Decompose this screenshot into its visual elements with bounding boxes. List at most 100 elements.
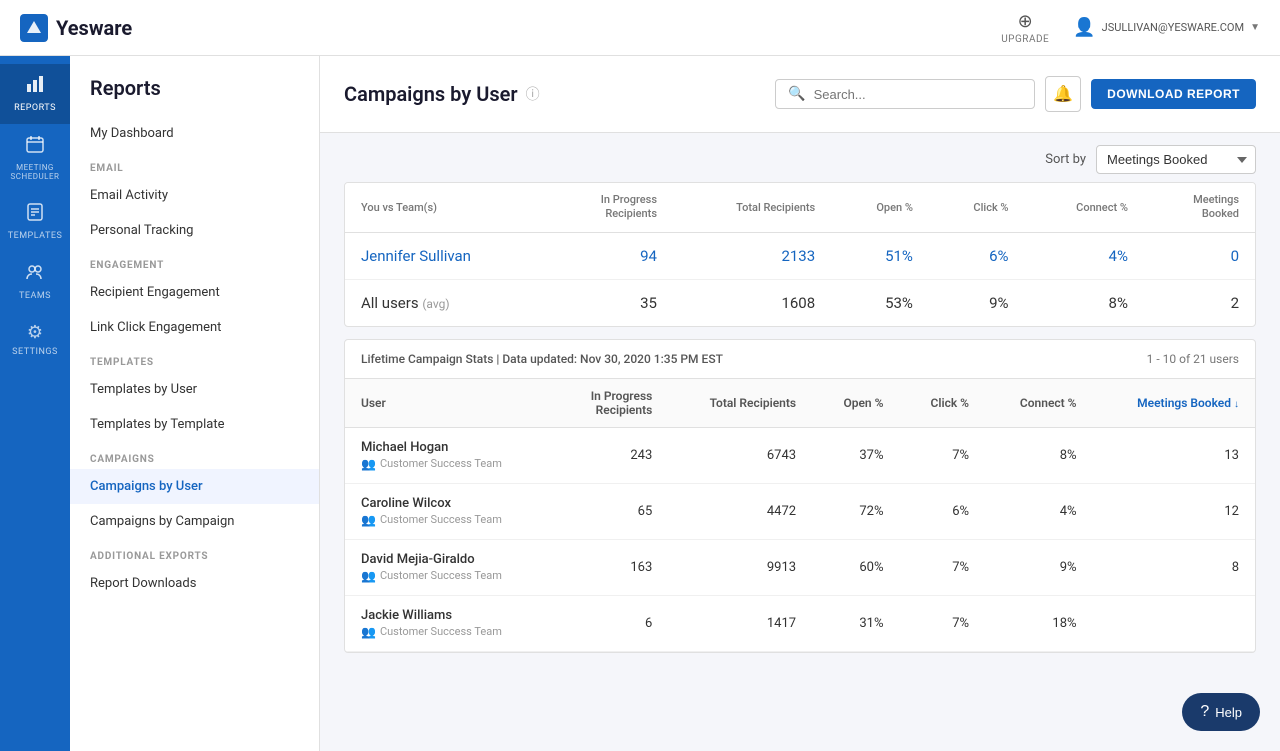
team-name: 👥 Customer Success Team xyxy=(361,569,539,583)
user-icon: 👤 xyxy=(1073,17,1095,38)
col-inprogress: In ProgressRecipients xyxy=(555,379,669,428)
user-name: Michael Hogan xyxy=(361,440,539,455)
summary-col-open: Open % xyxy=(831,183,929,232)
cell-connect: 9% xyxy=(985,539,1093,595)
data-section: Lifetime Campaign Stats | Data updated: … xyxy=(344,339,1256,653)
jennifer-open: 51% xyxy=(831,232,929,279)
download-report-button[interactable]: DOWNLOAD REPORT xyxy=(1091,79,1256,109)
search-input[interactable] xyxy=(814,87,1023,102)
allusers-open: 53% xyxy=(831,279,929,326)
page-header: Campaigns by User ⓘ 🔍 🔔 DOWNLOAD REPORT xyxy=(320,56,1280,133)
cell-total: 1417 xyxy=(668,595,812,651)
sort-select[interactable]: Meetings Booked Open % Click % Connect %… xyxy=(1096,145,1256,174)
jennifer-total: 2133 xyxy=(673,232,831,279)
campaigns-by-user-link[interactable]: Campaigns by User xyxy=(70,469,319,504)
notification-button[interactable]: 🔔 xyxy=(1045,76,1081,112)
top-nav-right: ⊕ UPGRADE 👤 JSULLIVAN@YESWARE.COM ▼ xyxy=(1001,11,1260,45)
team-icon: 👥 xyxy=(361,457,376,471)
col-total: Total Recipients xyxy=(668,379,812,428)
data-section-stats-label: Lifetime Campaign Stats | Data updated: … xyxy=(361,352,723,366)
pagination-label: 1 - 10 of 21 users xyxy=(1147,352,1239,366)
sidebar-item-teams[interactable]: TEAMS xyxy=(0,252,70,312)
main-content: Campaigns by User ⓘ 🔍 🔔 DOWNLOAD REPORT … xyxy=(320,56,1280,751)
section-additional: ADDITIONAL EXPORTS xyxy=(70,539,319,566)
cell-total: 9913 xyxy=(668,539,812,595)
sort-label: Sort by xyxy=(1045,152,1086,167)
templates-by-user-link[interactable]: Templates by User xyxy=(70,372,319,407)
user-name: David Mejia-Giraldo xyxy=(361,552,539,567)
summary-row-jennifer: Jennifer Sullivan 94 2133 51% 6% 4% 0 xyxy=(345,232,1255,279)
cell-click: 7% xyxy=(899,595,985,651)
col-connect: Connect % xyxy=(985,379,1093,428)
help-button[interactable]: ? Help xyxy=(1182,693,1260,731)
all-users-label: All users (avg) xyxy=(345,279,547,326)
section-engagement: ENGAGEMENT xyxy=(70,248,319,275)
jennifer-meetings: 0 xyxy=(1144,232,1255,279)
jennifer-connect: 4% xyxy=(1025,232,1144,279)
sidebar-item-settings-label: SETTINGS xyxy=(12,347,58,358)
team-icon: 👥 xyxy=(361,625,376,639)
jennifer-click: 6% xyxy=(929,232,1025,279)
sidebar: REPORTS MEETING SCHEDULER xyxy=(0,56,70,751)
info-icon[interactable]: ⓘ xyxy=(526,84,540,104)
sidebar-item-reports-label: REPORTS xyxy=(14,103,56,114)
campaigns-by-campaign-link[interactable]: Campaigns by Campaign xyxy=(70,504,319,539)
upgrade-nav-item[interactable]: ⊕ UPGRADE xyxy=(1001,11,1049,45)
recipient-engagement-link[interactable]: Recipient Engagement xyxy=(70,275,319,310)
table-row: Caroline Wilcox 👥 Customer Success Team … xyxy=(345,483,1255,539)
left-nav-title: Reports xyxy=(70,56,319,116)
team-icon: 👥 xyxy=(361,513,376,527)
personal-tracking-link[interactable]: Personal Tracking xyxy=(70,213,319,248)
sidebar-item-reports[interactable]: REPORTS xyxy=(0,64,70,124)
summary-col-inprogress: In ProgressRecipients xyxy=(547,183,673,232)
table-row: David Mejia-Giraldo 👥 Customer Success T… xyxy=(345,539,1255,595)
reports-icon xyxy=(25,74,45,99)
templates-by-template-link[interactable]: Templates by Template xyxy=(70,407,319,442)
link-click-link[interactable]: Link Click Engagement xyxy=(70,310,319,345)
cell-click: 7% xyxy=(899,539,985,595)
cell-click: 7% xyxy=(899,427,985,483)
col-click: Click % xyxy=(899,379,985,428)
logo[interactable]: Yesware xyxy=(20,14,132,42)
my-dashboard-link[interactable]: My Dashboard xyxy=(70,116,319,151)
cell-total: 6743 xyxy=(668,427,812,483)
sidebar-item-meeting[interactable]: MEETING SCHEDULER xyxy=(0,124,70,192)
user-name: Caroline Wilcox xyxy=(361,496,539,511)
col-open: Open % xyxy=(812,379,899,428)
teams-icon xyxy=(25,262,45,287)
sidebar-item-teams-label: TEAMS xyxy=(19,291,51,302)
cell-inprogress: 6 xyxy=(555,595,669,651)
sort-bar: Sort by Meetings Booked Open % Click % C… xyxy=(320,133,1280,182)
logo-text: Yesware xyxy=(56,16,132,40)
user-nav-item[interactable]: 👤 JSULLIVAN@YESWARE.COM ▼ xyxy=(1073,17,1260,38)
summary-table: You vs Team(s) In ProgressRecipients Tot… xyxy=(344,182,1256,327)
page-header-right: 🔍 🔔 DOWNLOAD REPORT xyxy=(775,76,1256,112)
left-nav: Reports My Dashboard EMAIL Email Activit… xyxy=(70,56,320,751)
templates-icon xyxy=(25,202,45,227)
summary-col-user: You vs Team(s) xyxy=(345,183,547,232)
col-meetings-sorted[interactable]: Meetings Booked ↓ xyxy=(1093,379,1255,428)
summary-col-meetings: MeetingsBooked xyxy=(1144,183,1255,232)
logo-icon xyxy=(20,14,48,42)
allusers-click: 9% xyxy=(929,279,1025,326)
cell-click: 6% xyxy=(899,483,985,539)
meeting-icon xyxy=(25,134,45,159)
help-icon: ? xyxy=(1200,703,1209,721)
cell-connect: 18% xyxy=(985,595,1093,651)
notification-icon: 🔔 xyxy=(1053,84,1073,104)
app-body: REPORTS MEETING SCHEDULER xyxy=(0,56,1280,751)
col-user: User xyxy=(345,379,555,428)
sidebar-item-templates[interactable]: TEMPLATES xyxy=(0,192,70,252)
cell-connect: 8% xyxy=(985,427,1093,483)
sidebar-item-settings[interactable]: ⚙ SETTINGS xyxy=(0,312,70,368)
table-row: Jackie Williams 👥 Customer Success Team … xyxy=(345,595,1255,651)
team-name: 👥 Customer Success Team xyxy=(361,457,539,471)
jennifer-sullivan-link[interactable]: Jennifer Sullivan xyxy=(361,247,471,265)
cell-inprogress: 65 xyxy=(555,483,669,539)
section-templates: TEMPLATES xyxy=(70,345,319,372)
table-row: Michael Hogan 👥 Customer Success Team 24… xyxy=(345,427,1255,483)
team-name: 👥 Customer Success Team xyxy=(361,625,539,639)
report-downloads-link[interactable]: Report Downloads xyxy=(70,566,319,601)
cell-inprogress: 163 xyxy=(555,539,669,595)
email-activity-link[interactable]: Email Activity xyxy=(70,178,319,213)
